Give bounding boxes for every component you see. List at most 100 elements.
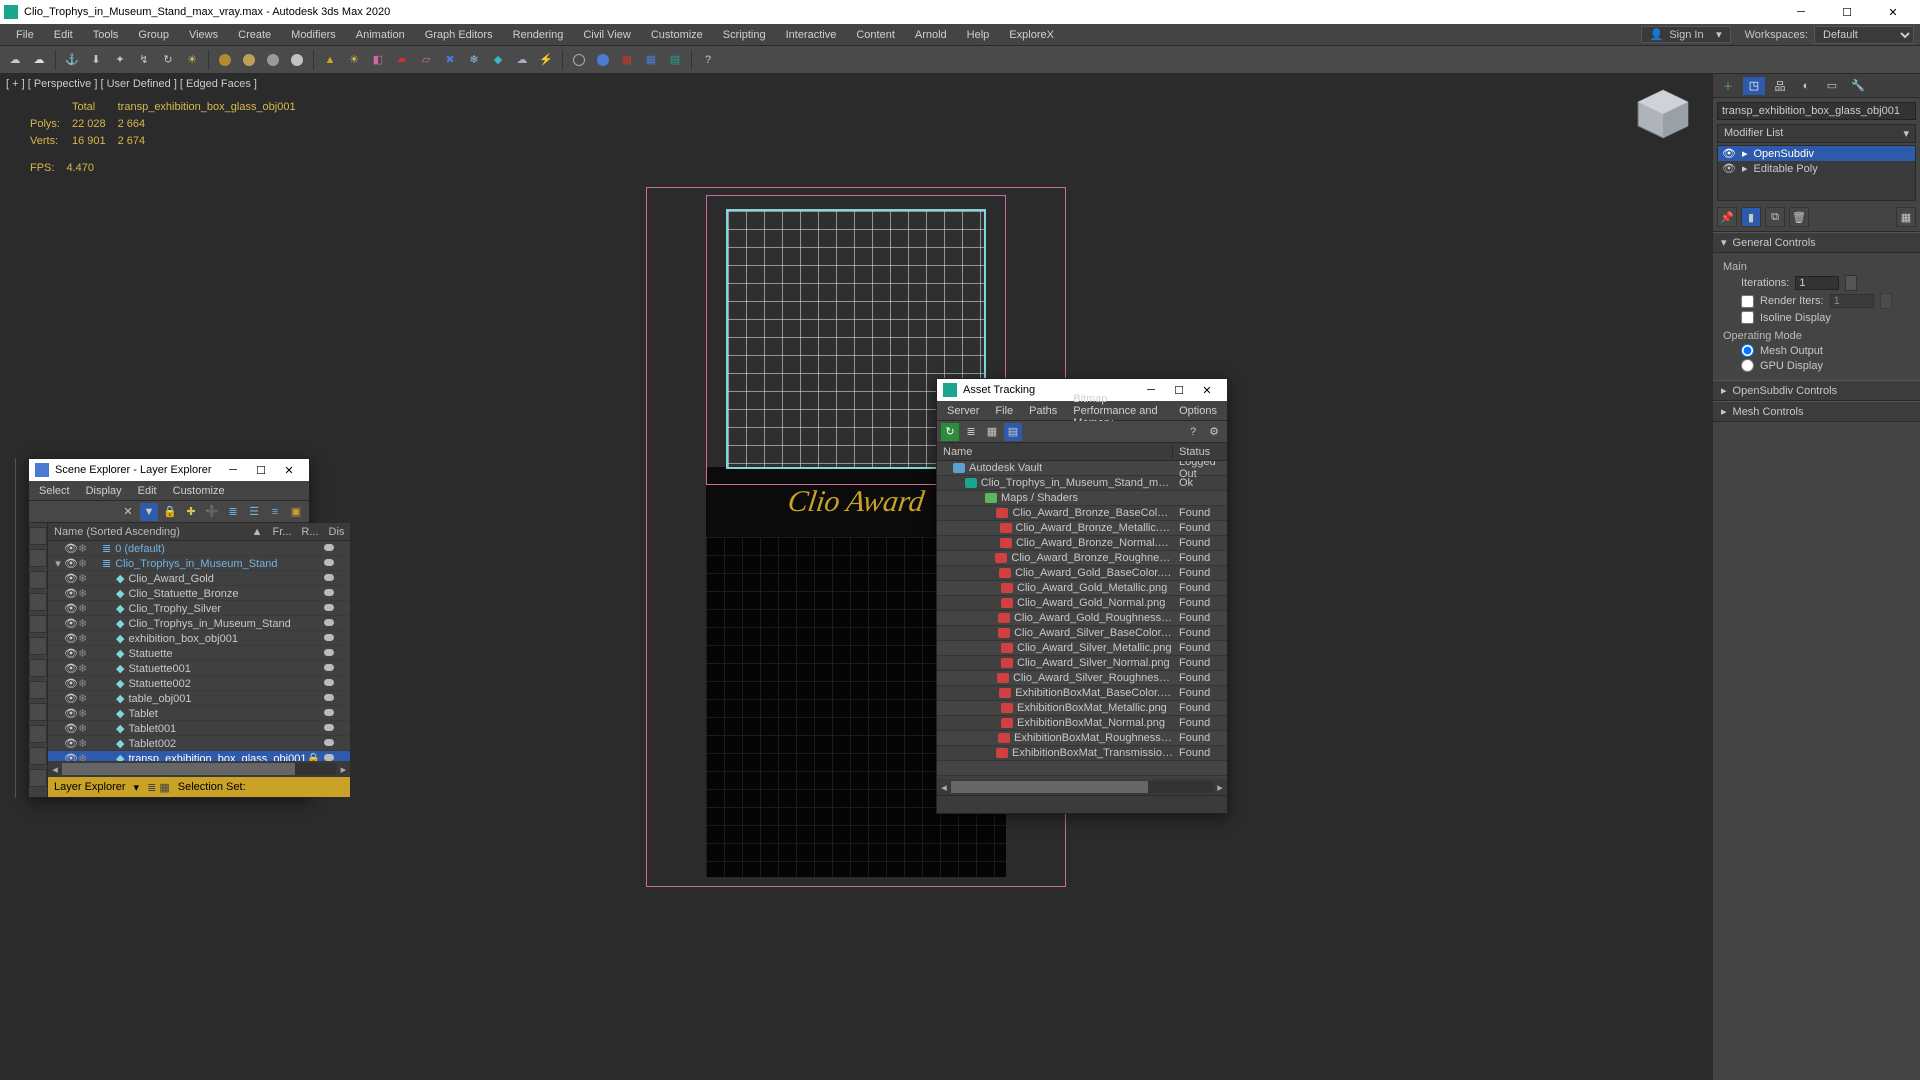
isoline-check[interactable] <box>1741 311 1754 324</box>
wire-icon[interactable] <box>568 49 590 71</box>
asset-tracking-list[interactable]: Autodesk VaultLogged OutClio_Trophys_in_… <box>937 461 1227 779</box>
se-side-5[interactable] <box>29 615 47 633</box>
object-name-input[interactable] <box>1717 102 1916 120</box>
se-side-11[interactable] <box>29 747 47 765</box>
iterations-input[interactable] <box>1795 276 1839 290</box>
crosshair-icon[interactable]: ✦ <box>109 49 131 71</box>
cone-icon[interactable]: ▲ <box>319 49 341 71</box>
at-settings-button[interactable]: ⚙ <box>1205 423 1223 441</box>
menu-arnold[interactable]: Arnold <box>905 26 957 44</box>
scene-explorer-list[interactable]: 👁❄≣0 (default)▾👁❄≣Clio_Trophys_in_Museum… <box>48 541 350 761</box>
menu-scripting[interactable]: Scripting <box>713 26 776 44</box>
motion-tab[interactable]: ◐ <box>1795 77 1817 95</box>
gpu-display-radio[interactable] <box>1741 359 1754 372</box>
modifier-editable-poly[interactable]: 👁▸Editable Poly <box>1718 161 1915 176</box>
se-menu-customize[interactable]: Customize <box>165 483 233 499</box>
configure-sets-button[interactable]: ▦ <box>1896 207 1916 227</box>
se-row-tablet002[interactable]: 👁❄◆Tablet002 <box>48 736 350 751</box>
se-menu-edit[interactable]: Edit <box>130 483 165 499</box>
asset-row-clio-award-bronze-roughness-png[interactable]: Clio_Award_Bronze_Roughness.pngFound <box>937 551 1227 566</box>
menu-create[interactable]: Create <box>228 26 281 44</box>
grid1-icon[interactable]: ▦ <box>616 49 638 71</box>
at-menu-file[interactable]: File <box>987 403 1021 419</box>
at-refresh-button[interactable]: ↻ <box>941 423 959 441</box>
help-icon[interactable]: ? <box>697 49 719 71</box>
at-menu-paths[interactable]: Paths <box>1021 403 1065 419</box>
display-tab[interactable]: ▭ <box>1821 77 1843 95</box>
menu-animation[interactable]: Animation <box>346 26 415 44</box>
asset-row-clio-award-gold-roughness-png[interactable]: Clio_Award_Gold_Roughness.pngFound <box>937 611 1227 626</box>
anchor-icon[interactable]: ⚓ <box>61 49 83 71</box>
se-clear-button[interactable]: ✕ <box>119 503 137 521</box>
pin-stack-button[interactable]: 📌 <box>1717 207 1737 227</box>
asset-row-exhibitionboxmat-normal-png[interactable]: ExhibitionBoxMat_Normal.pngFound <box>937 716 1227 731</box>
shade-2-icon[interactable] <box>238 49 260 71</box>
remove-modifier-button[interactable]: 🗑 <box>1789 207 1809 227</box>
se-filter-button[interactable]: ▼ <box>140 503 158 521</box>
at-help-button[interactable]: ? <box>1184 423 1202 441</box>
asset-row-exhibitionboxmat-metallic-png[interactable]: ExhibitionBoxMat_Metallic.pngFound <box>937 701 1227 716</box>
scene-explorer-titlebar[interactable]: Scene Explorer - Layer Explorer ─ ☐ ✕ <box>29 459 309 481</box>
stack-icon[interactable]: ▤ <box>664 49 686 71</box>
menu-civil-view[interactable]: Civil View <box>573 26 640 44</box>
axis-icon[interactable]: ↯ <box>133 49 155 71</box>
down-arrow-icon[interactable]: ⬇ <box>85 49 107 71</box>
se-side-9[interactable] <box>29 703 47 721</box>
menu-rendering[interactable]: Rendering <box>503 26 574 44</box>
rollout-general-head[interactable]: ▾ General Controls <box>1713 232 1920 253</box>
asset-row-clio-award-gold-basecolor-png[interactable]: Clio_Award_Gold_BaseColor.pngFound <box>937 566 1227 581</box>
at-menu-server[interactable]: Server <box>939 403 987 419</box>
asset-row-exhibitionboxmat-basecolor-png[interactable]: ExhibitionBoxMat_BaseColor.pngFound <box>937 686 1227 701</box>
utilities-tab[interactable]: 🔧 <box>1847 77 1869 95</box>
menu-customize[interactable]: Customize <box>641 26 713 44</box>
cloud-outline-icon[interactable]: ☁ <box>28 49 50 71</box>
workspace-select[interactable]: Default <box>1814 26 1914 44</box>
viewcube[interactable] <box>1628 84 1698 144</box>
loop-icon[interactable]: ↻ <box>157 49 179 71</box>
se-hscroll[interactable]: ◂▸ <box>48 761 350 777</box>
se-menu-display[interactable]: Display <box>78 483 130 499</box>
shade-1-icon[interactable] <box>214 49 236 71</box>
modifier-list-dropdown[interactable]: Modifier List▾ <box>1717 124 1916 143</box>
menu-views[interactable]: Views <box>179 26 228 44</box>
se-row-clio-award-gold[interactable]: 👁❄◆Clio_Award_Gold <box>48 571 350 586</box>
se-side-3[interactable] <box>29 571 47 589</box>
asset-row-exhibitionboxmat-transmission-png[interactable]: ExhibitionBoxMat_Transmission.pngFound <box>937 746 1227 761</box>
modifier-stack[interactable]: 👁▸OpenSubdiv👁▸Editable Poly <box>1717 145 1916 201</box>
asset-row-maps-shaders[interactable]: Maps / Shaders <box>937 491 1227 506</box>
asset-row-clio-award-bronze-normal-png[interactable]: Clio_Award_Bronze_Normal.pngFound <box>937 536 1227 551</box>
menu-graph-editors[interactable]: Graph Editors <box>415 26 503 44</box>
se-side-12[interactable] <box>29 769 47 787</box>
se-layers1-button[interactable]: ≣ <box>224 503 242 521</box>
grid2-icon[interactable]: ▦ <box>640 49 662 71</box>
se-lock-button[interactable]: 🔒 <box>161 503 179 521</box>
se-row-0-default-[interactable]: 👁❄≣0 (default) <box>48 541 350 556</box>
rollout-mesh-head[interactable]: ▸ Mesh Controls <box>1713 401 1920 422</box>
render-iters-check[interactable] <box>1741 295 1754 308</box>
iterations-spinner[interactable] <box>1845 275 1857 291</box>
se-addto-button[interactable]: ➕ <box>203 503 221 521</box>
se-maximize-button[interactable]: ☐ <box>247 459 275 481</box>
asset-row-clio-award-bronze-metallic-png[interactable]: Clio_Award_Bronze_Metallic.pngFound <box>937 521 1227 536</box>
minimize-button[interactable]: ─ <box>1778 0 1824 24</box>
menu-help[interactable]: Help <box>957 26 1000 44</box>
erase-icon[interactable]: ▱ <box>415 49 437 71</box>
rollout-opensubdiv-head[interactable]: ▸ OpenSubdiv Controls <box>1713 380 1920 401</box>
modify-tab[interactable]: ◳ <box>1743 77 1765 95</box>
menu-tools[interactable]: Tools <box>83 26 129 44</box>
puzzle-icon[interactable]: ◆ <box>487 49 509 71</box>
at-grid-button[interactable]: ▦ <box>983 423 1001 441</box>
cross-icon[interactable]: ✖ <box>439 49 461 71</box>
se-row-tablet[interactable]: 👁❄◆Tablet <box>48 706 350 721</box>
se-row-statuette002[interactable]: 👁❄◆Statuette002 <box>48 676 350 691</box>
se-row-statuette001[interactable]: 👁❄◆Statuette001 <box>48 661 350 676</box>
sun-icon[interactable]: ☀ <box>181 49 203 71</box>
make-unique-button[interactable]: ⧉ <box>1765 207 1785 227</box>
asset-row-clio-award-bronze-basecolor-png[interactable]: Clio_Award_Bronze_BaseColor.pngFound <box>937 506 1227 521</box>
mesh-output-radio[interactable] <box>1741 344 1754 357</box>
se-side-8[interactable] <box>29 681 47 699</box>
asset-row-clio-award-silver-normal-png[interactable]: Clio_Award_Silver_Normal.pngFound <box>937 656 1227 671</box>
at-hscroll[interactable]: ◂▸ <box>937 779 1227 795</box>
asset-row-autodesk-vault[interactable]: Autodesk VaultLogged Out <box>937 461 1227 476</box>
asset-row-clio-trophys-in-museum-stand-max-vray-max[interactable]: Clio_Trophys_in_Museum_Stand_max_vray.ma… <box>937 476 1227 491</box>
